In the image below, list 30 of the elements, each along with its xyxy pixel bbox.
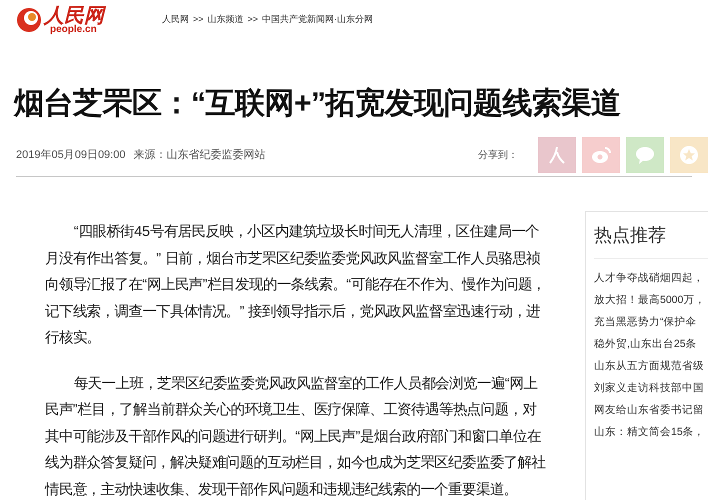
- share-button[interactable]: [626, 137, 664, 173]
- breadcrumb-link[interactable]: 中国共产党新闻网·山东分网: [262, 13, 374, 27]
- weibo-icon: [590, 145, 612, 165]
- headline-link[interactable]: 山东：精文简会15条，: [594, 421, 708, 443]
- headline-link[interactable]: 人才争夺战硝烟四起，: [594, 267, 708, 289]
- article-title: 烟台芝罘区：“互联网+”拓宽发现问题线索渠道: [12, 86, 622, 122]
- share-label: 分享到：: [478, 148, 518, 162]
- breadcrumb-link[interactable]: 山东频道: [208, 13, 244, 27]
- headline-link[interactable]: 稳外贸,山东出台25条: [594, 333, 708, 355]
- publish-date: 2019年05月09日09:00: [16, 148, 126, 163]
- headline-link[interactable]: 放大招！最高5000万，: [594, 289, 708, 311]
- breadcrumb-separator: >>: [248, 13, 258, 26]
- breadcrumb-link[interactable]: 人民网: [162, 13, 189, 27]
- article-paragraph: 每天一上班，芝罘区纪委监委党风政风监督室的工作人员都会浏览一遍“网上民声”栏目，了解当前群众关心的环境卫生、医疗保障、工资待遇等热点问题，对其中可能涉及干部作风的问题进行研判。“网上民声”是烟台政府部门和窗口单位在线为群众答复疑问，解决疑难问题的互动栏目，如今也成为芝罘区纪委监委了解社情民意，主动快速收集、发现干部作风问题和违规违纪线索的一个重要渠道。: [45, 374, 546, 500]
- headline-link[interactable]: 充当黑恶势力“保护伞: [594, 311, 708, 333]
- chat-bubble-icon: [634, 145, 656, 165]
- person-icon: [547, 145, 567, 165]
- article-paragraph: “四眼桥街45号有居民反映，小区内建筑垃圾长时间无人清理，区住建局一个月没有作出答复。” 日前，烟台市芝罘区纪委监委党风政风监督室工作人员骆思祯向领导汇报了在“网上民声”栏目发现的一条线索。“可能存在不作为、慢作为问题，记下线索，调查一下具体情况。” 接到领导指示后，党风政风监督室迅速行动，进行核实。: [45, 223, 547, 348]
- breadcrumb-separator: >>: [193, 13, 204, 26]
- headline-link[interactable]: 网友给山东省委书记留: [594, 399, 708, 421]
- logo-domain: people.cn: [50, 25, 97, 35]
- headline-link[interactable]: 山东从五方面规范省级: [594, 355, 708, 377]
- sidebar-title: 热点推荐: [594, 212, 708, 259]
- logo-text: 人民网: [44, 5, 104, 25]
- share-button[interactable]: [582, 137, 620, 173]
- logo-icon: [16, 7, 42, 33]
- share-button[interactable]: [670, 137, 708, 173]
- article-source: 来源：山东省纪委监委网站: [133, 148, 266, 163]
- headline-link[interactable]: 刘家义走访科技部中国: [594, 377, 708, 399]
- share-button[interactable]: [538, 137, 576, 173]
